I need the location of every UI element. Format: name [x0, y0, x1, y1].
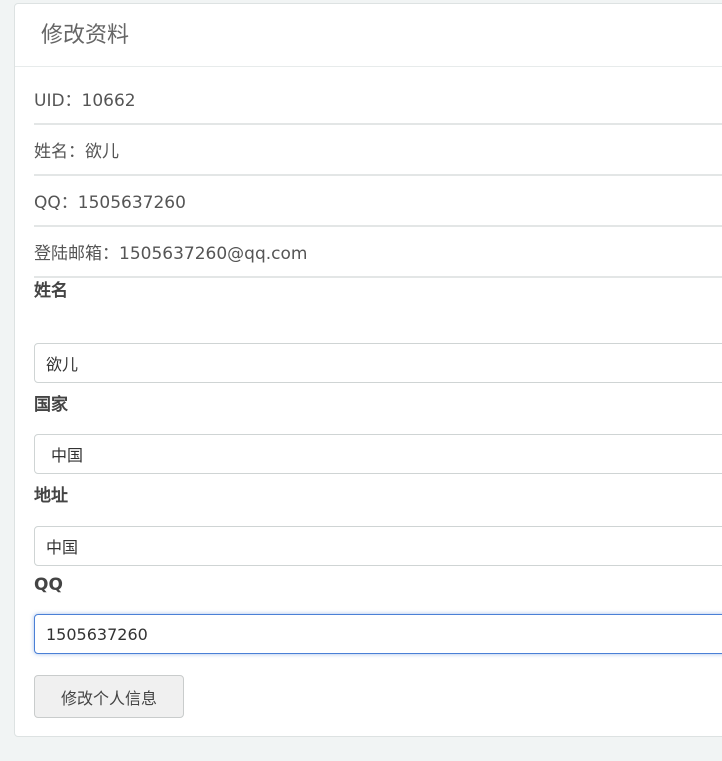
country-select[interactable]: 中国 [34, 434, 722, 474]
qq-label: QQ [34, 575, 63, 595]
qq-input[interactable] [34, 614, 722, 654]
name-input[interactable] [34, 343, 722, 383]
profile-form: 姓名 [34, 279, 722, 347]
info-row-qq: QQ：1505637260 [34, 176, 722, 227]
page-title: 修改资料 [41, 23, 130, 48]
info-row-name: 姓名：欲儿 [34, 125, 722, 176]
panel-heading: 修改资料 [15, 4, 722, 67]
country-label: 国家 [34, 395, 68, 415]
address-label: 地址 [34, 486, 68, 506]
name-label: 姓名 [34, 281, 68, 301]
update-profile-button[interactable]: 修改个人信息 [34, 675, 184, 718]
info-row-email: 登陆邮箱：1505637260@qq.com [34, 227, 722, 278]
profile-info-list: UID：10662 姓名：欲儿 QQ：1505637260 登陆邮箱：15056… [34, 73, 722, 278]
address-input[interactable] [34, 526, 722, 566]
country-select-value: 中国 [51, 446, 84, 465]
info-row-uid: UID：10662 [34, 73, 722, 125]
